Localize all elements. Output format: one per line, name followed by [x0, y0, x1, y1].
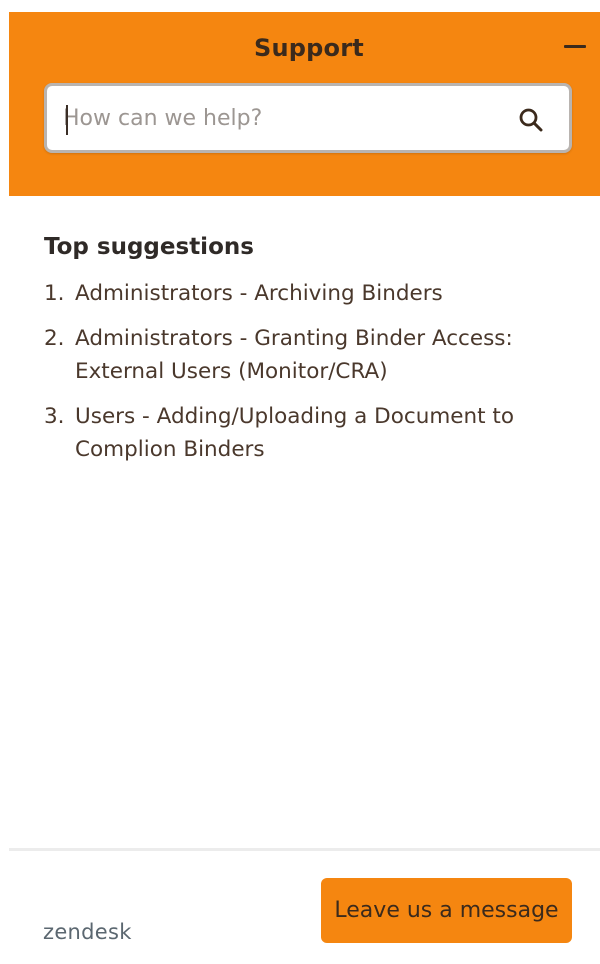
suggestion-link[interactable]: Users - Adding/Uploading a Document to C… [75, 400, 584, 466]
suggestion-number: 1. [44, 281, 65, 306]
search-input[interactable] [63, 96, 493, 140]
search-box [44, 83, 572, 153]
widget-title: Support [254, 34, 364, 62]
text-caret [66, 105, 68, 135]
suggestion-number: 2. [44, 326, 65, 351]
suggestions-panel: Top suggestions 1. Administrators - Arch… [44, 234, 584, 478]
suggestion-item[interactable]: 3. Users - Adding/Uploading a Document t… [44, 400, 584, 466]
search-icon[interactable] [517, 106, 545, 134]
suggestions-heading: Top suggestions [44, 234, 254, 260]
suggestion-item[interactable]: 1. Administrators - Archiving Binders [44, 277, 584, 310]
footer-divider [9, 848, 600, 851]
minus-icon[interactable] [559, 32, 591, 60]
suggestion-link[interactable]: Administrators - Granting Binder Access:… [75, 322, 584, 388]
leave-message-button[interactable]: Leave us a message [321, 878, 572, 943]
widget-header: Support [9, 12, 600, 196]
suggestion-link[interactable]: Administrators - Archiving Binders [75, 277, 584, 310]
support-widget: Support Top suggestions 1. Administrator… [9, 12, 600, 964]
suggestion-item[interactable]: 2. Administrators - Granting Binder Acce… [44, 322, 584, 388]
zendesk-logo[interactable]: zendesk [43, 920, 132, 944]
suggestion-number: 3. [44, 404, 65, 429]
suggestions-list: 1. Administrators - Archiving Binders 2.… [44, 277, 584, 466]
